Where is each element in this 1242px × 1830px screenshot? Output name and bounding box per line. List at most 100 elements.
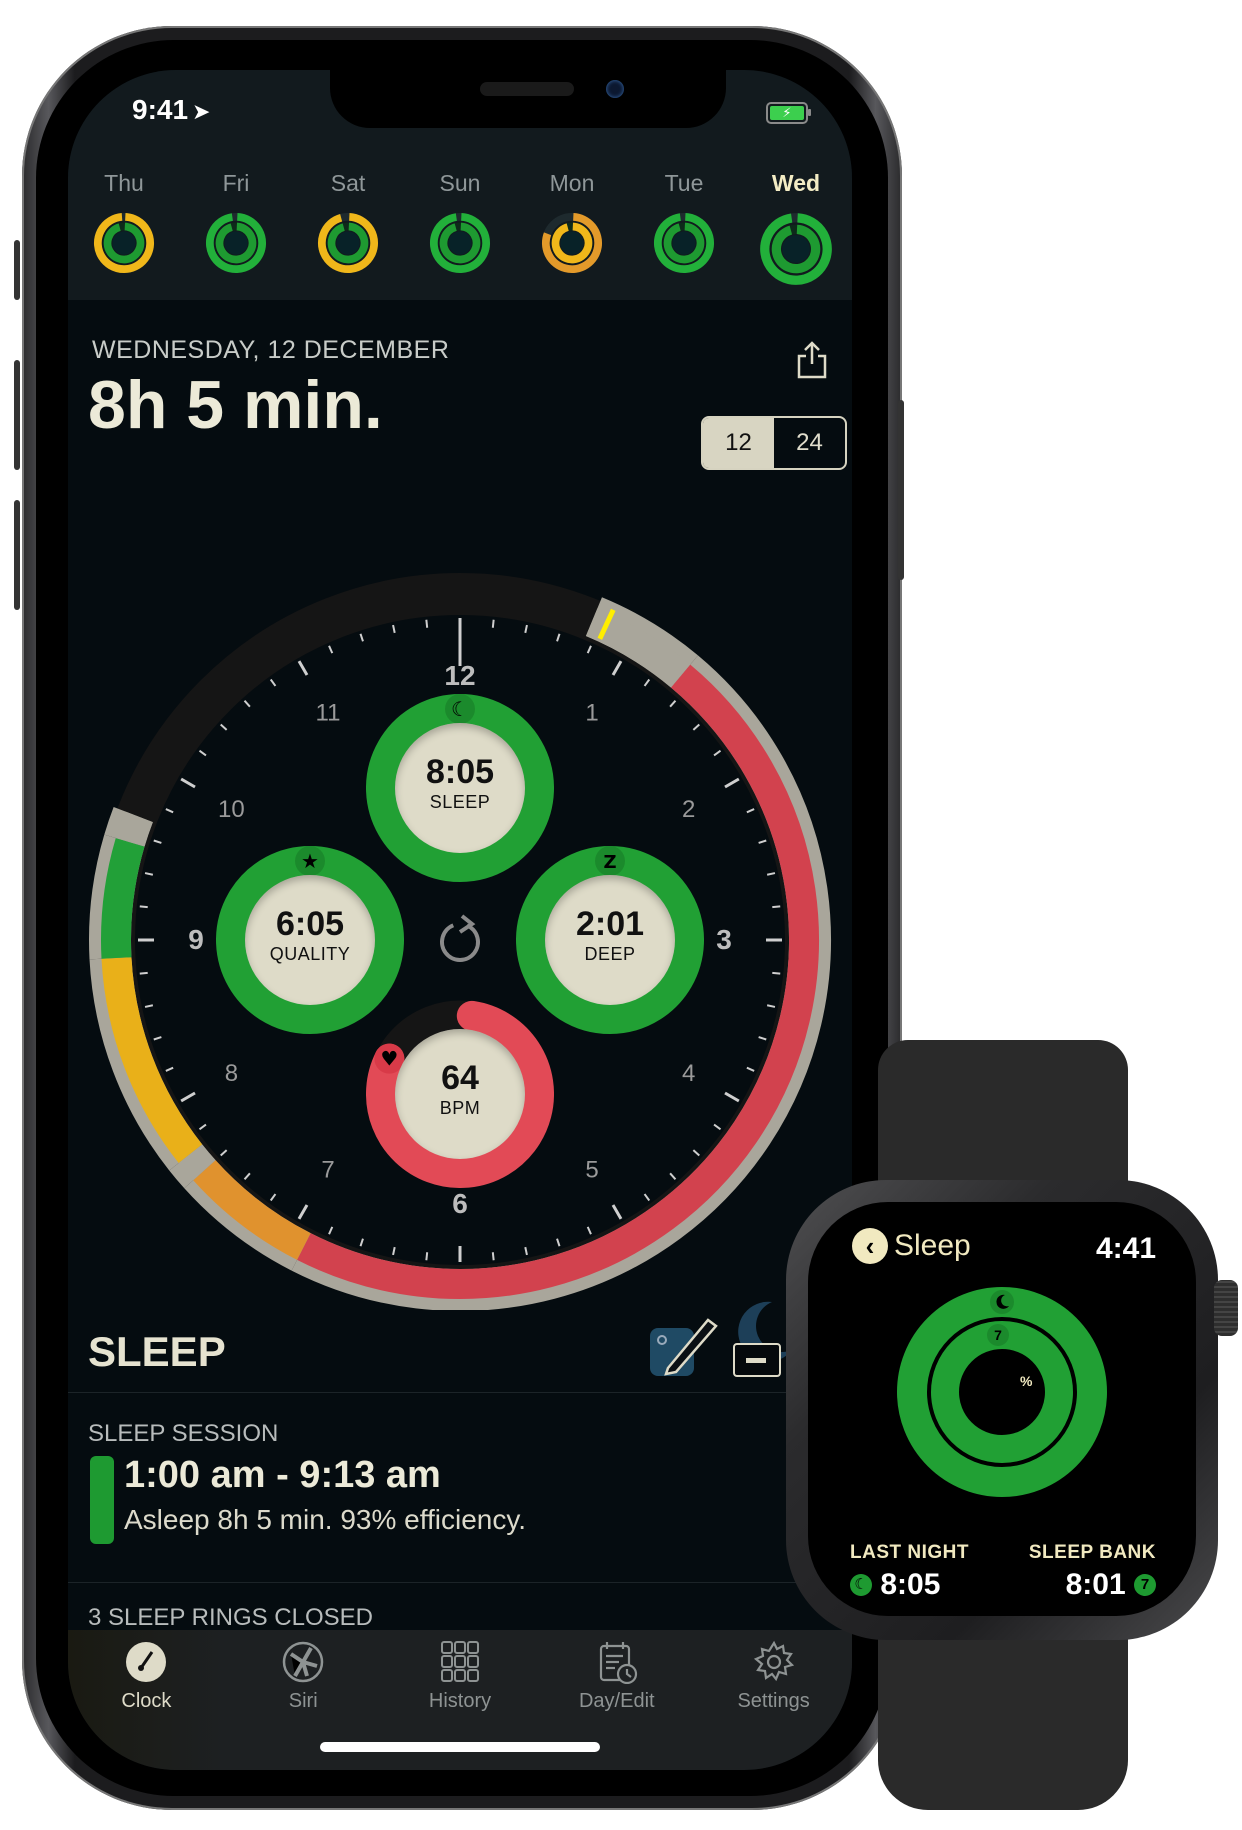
sleep-session-row[interactable]: SLEEP SESSION 1:00 am - 9:13 am Asleep 8… (68, 1392, 852, 1583)
dial-tick (713, 1123, 722, 1131)
format-12h-option[interactable]: 12 (703, 418, 774, 468)
week-day-selector: Thu Fri Sat Sun Mon Tue Wed (68, 170, 852, 286)
dial-tick (269, 678, 277, 687)
session-label: SLEEP SESSION (88, 1420, 279, 1447)
day-ring-icon (653, 212, 715, 274)
dial-tick (425, 1252, 429, 1261)
dial-tick (165, 1066, 174, 1072)
svg-text:Z: Z (603, 852, 616, 873)
day-label: Wed (771, 170, 821, 196)
dial-tick (643, 1193, 651, 1202)
watch-sleep-rings[interactable]: 7 % (892, 1282, 1112, 1502)
hour-label: 8 (225, 1060, 238, 1087)
deep-caption: DEEP (584, 944, 636, 964)
dial-tick (692, 1149, 700, 1157)
day-ring-icon (429, 212, 491, 274)
dial-tick (772, 971, 781, 975)
tab-label: Clock (121, 1690, 172, 1712)
tab-label: Siri (288, 1690, 318, 1712)
location-arrow-icon: ➤ (192, 99, 211, 124)
last-night-value: 8:05 (880, 1568, 941, 1601)
dial-tick (611, 660, 623, 676)
bpm-caption: BPM (439, 1098, 481, 1118)
day-ring-icon (541, 212, 603, 274)
dial-tick (328, 645, 334, 654)
watch-back-button[interactable]: ‹ Sleep (852, 1228, 971, 1264)
dial-tick (669, 1172, 677, 1180)
sleep-clock-dial[interactable]: 12 1 2 3 4 5 6 7 8 9 10 11 ☾ 8:05 SLEEP ★ 6:05 QUALITY Z 2… (68, 490, 852, 1311)
dial-tick (153, 839, 162, 844)
minus-icon[interactable] (732, 1300, 792, 1380)
dial-tick (392, 624, 396, 634)
hour-label: 4 (682, 1060, 695, 1087)
dial-tick (491, 1252, 495, 1261)
dial-tick (643, 678, 651, 687)
dial-tick (611, 1204, 623, 1220)
sleep-bank-label: SLEEP BANK (1028, 1542, 1156, 1563)
day-wed[interactable]: Wed (740, 170, 852, 286)
svg-text:☾: ☾ (451, 697, 469, 721)
day-fri[interactable]: Fri (180, 170, 292, 286)
volume-up-button (14, 360, 20, 470)
watch-screen: ‹ Sleep 4:41 7 % LAST NIGHT ☾ 8:05 SLEEP… (808, 1202, 1196, 1616)
day-ring-icon (93, 212, 155, 274)
dial-tick (758, 839, 767, 844)
dial-tick (392, 1246, 396, 1256)
day-thu[interactable]: Thu (68, 170, 180, 286)
tab-clock[interactable]: Clock (68, 1630, 225, 1770)
watch-moon-badge (990, 1290, 1014, 1314)
dial-tick (165, 808, 174, 814)
share-icon[interactable] (794, 340, 830, 380)
refresh-icon[interactable] (440, 914, 480, 962)
time-format-toggle[interactable]: 12 24 (701, 416, 847, 470)
home-indicator[interactable] (320, 1742, 600, 1752)
dial-tick (220, 723, 228, 731)
dial-tick (153, 1036, 162, 1041)
day-tue[interactable]: Tue (628, 170, 740, 286)
tab-settings[interactable]: Settings (695, 1630, 852, 1770)
siri-icon (282, 1641, 324, 1683)
watch-inner-ring (931, 1321, 1073, 1463)
hour-label: 5 (585, 1157, 598, 1184)
dial-tick (692, 723, 700, 731)
sleep-duration: 8h 5 min. (88, 367, 383, 443)
day-label: Sat (330, 170, 366, 196)
dial-tick (139, 905, 148, 909)
tab-label: Settings (737, 1690, 810, 1712)
sleep-section-header: SLEEP (68, 1300, 852, 1393)
phone-screen: 9:41 ➤ ⚡ Thu Fri Sat Sun Mon Tue Wed WEDNESDAY,… (68, 70, 852, 1770)
format-24h-option[interactable]: 24 (774, 418, 845, 468)
clock-icon (126, 1642, 167, 1682)
day-sun[interactable]: Sun (404, 170, 516, 286)
dial-segment (115, 811, 153, 847)
watch-center-symbol: % (1020, 1373, 1033, 1389)
session-time-range: 1:00 am - 9:13 am (124, 1454, 441, 1496)
date-label: WEDNESDAY, 12 DECEMBER (92, 336, 450, 364)
dial-tick (220, 1149, 228, 1157)
last-night-label: LAST NIGHT (850, 1542, 969, 1563)
edit-note-icon[interactable] (648, 1310, 724, 1380)
day-label: Tue (664, 170, 704, 196)
notch (330, 70, 726, 128)
dial-tick (198, 1123, 207, 1131)
dial-tick (269, 1193, 277, 1202)
dial-tick (328, 1226, 334, 1235)
session-summary: Asleep 8h 5 min. 93% efficiency. (124, 1504, 527, 1535)
bpm-ring[interactable]: ♥ 64 BPM (366, 1000, 554, 1188)
moon-badge-icon: ☾ (850, 1574, 872, 1596)
dial-tick (297, 660, 309, 676)
calendar-clock-icon (599, 1642, 637, 1684)
quality-caption: QUALITY (269, 944, 351, 964)
dial-tick (139, 971, 148, 975)
volume-down-button (14, 500, 20, 610)
digital-crown[interactable] (1214, 1280, 1238, 1336)
day-sat[interactable]: Sat (292, 170, 404, 286)
day-mon[interactable]: Mon (516, 170, 628, 286)
dial-tick (144, 872, 154, 876)
dial-tick (297, 1204, 309, 1220)
hour-label: 7 (321, 1157, 334, 1184)
hour-label: 6 (452, 1188, 468, 1219)
sleep-value: 8:05 (425, 753, 495, 791)
dial-tick (724, 777, 740, 789)
dial-tick (556, 1238, 561, 1247)
